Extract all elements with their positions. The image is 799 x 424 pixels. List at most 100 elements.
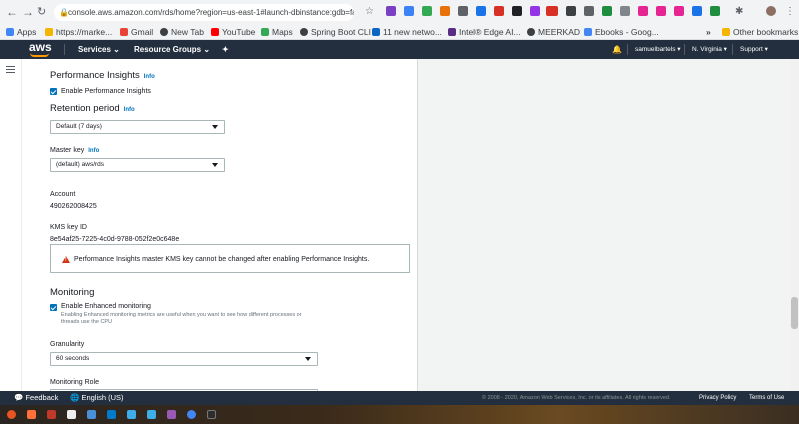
enable-performance-insights-checkbox[interactable] [50, 88, 57, 95]
aws-footer: 💬 Feedback 🌐 English (US) © 2008 - 2020,… [0, 391, 799, 405]
info-link[interactable]: Info [88, 148, 99, 154]
back-icon[interactable]: ← [6, 5, 18, 19]
bookmark-item[interactable]: Ebooks - Goog... [584, 26, 659, 38]
avatar[interactable] [766, 6, 776, 16]
scrollbar[interactable] [790, 59, 799, 391]
extension-new-icon[interactable] [546, 6, 558, 16]
bookmark-item[interactable]: Gmail [120, 26, 153, 38]
bookmark-item[interactable]: Intel® Edge AI... [448, 26, 521, 38]
extension-icon[interactable] [638, 6, 648, 16]
extension-icon[interactable] [602, 6, 612, 16]
scrollbar-thumb[interactable] [791, 297, 798, 329]
app-icon[interactable] [47, 410, 56, 419]
terminal-icon[interactable] [207, 410, 216, 419]
app-icon[interactable] [167, 410, 176, 419]
alert-message: Performance Insights master KMS key cann… [74, 256, 370, 263]
bookmarks-overflow[interactable]: » [706, 26, 711, 38]
caret-down-icon [212, 163, 218, 167]
bookmark-item[interactable]: Spring Boot CLI [300, 26, 371, 38]
launcher-icon[interactable] [7, 410, 16, 419]
forward-icon[interactable]: → [22, 5, 34, 19]
privacy-policy-link[interactable]: Privacy Policy [699, 394, 736, 402]
bookmark-item[interactable]: 11 new netwo... [372, 26, 442, 38]
extension-icon[interactable] [440, 6, 450, 16]
header-divider [732, 44, 733, 55]
resource-groups-menu[interactable]: Resource Groups ⌄ [134, 44, 210, 55]
extension-icon[interactable] [512, 6, 522, 16]
extension-icon[interactable] [710, 6, 720, 16]
kms-key-label: KMS key ID [50, 224, 87, 231]
chrome-icon[interactable] [187, 410, 196, 419]
support-menu[interactable]: Support ▾ [740, 45, 768, 54]
extension-icon[interactable] [386, 6, 396, 16]
address-bar[interactable]: 🔒 console.aws.amazon.com/rds/home?region… [54, 4, 354, 21]
services-menu[interactable]: Services ⌄ [78, 44, 120, 55]
bookmark-apps[interactable]: Apps [6, 26, 36, 38]
bookmark-favicon-icon [45, 28, 53, 36]
info-link[interactable]: Info [144, 74, 155, 80]
maps-icon [261, 28, 269, 36]
aws-logo-smile [30, 53, 49, 57]
granularity-select[interactable]: 60 seconds [50, 352, 318, 366]
side-nav-rail [0, 59, 22, 391]
extension-icon[interactable] [584, 6, 594, 16]
extension-icon[interactable] [674, 6, 684, 16]
globe-icon [160, 28, 168, 36]
bookmark-favicon-icon [448, 28, 456, 36]
lock-icon: 🔒 [59, 8, 69, 17]
bookmark-item[interactable]: YouTube [211, 26, 255, 38]
extension-icon[interactable] [458, 6, 468, 16]
bookmark-item[interactable]: Maps [261, 26, 293, 38]
retention-period-select[interactable]: Default (7 days) [50, 120, 225, 134]
header-divider [684, 44, 685, 55]
kebab-menu-icon[interactable]: ⋮ [785, 5, 795, 19]
globe-icon [300, 28, 308, 36]
extension-icon[interactable] [404, 6, 414, 16]
bookmark-item[interactable]: MEERKAD [527, 26, 580, 38]
bookmark-star-icon[interactable]: ☆ [365, 5, 374, 19]
account-menu[interactable]: samuelbartels ▾ [635, 45, 681, 54]
app-icon[interactable] [87, 410, 96, 419]
account-value: 490262008425 [50, 203, 97, 210]
firefox-icon[interactable] [27, 410, 36, 419]
caret-down-icon [212, 125, 218, 129]
enable-enhanced-monitoring-checkbox[interactable] [50, 304, 57, 311]
app-icon[interactable] [127, 410, 136, 419]
hamburger-menu-icon[interactable] [6, 66, 15, 75]
extension-icon[interactable] [494, 6, 504, 16]
language-selector[interactable]: 🌐 English (US) [70, 393, 124, 403]
extension-icon[interactable] [566, 6, 576, 16]
extension-icon[interactable] [422, 6, 432, 16]
os-taskbar [0, 405, 799, 424]
chevron-down-icon: ⌄ [203, 45, 211, 54]
bookmark-item[interactable]: New Tab [160, 26, 204, 38]
kms-warning-alert: Performance Insights master KMS key cann… [50, 244, 410, 273]
aws-logo[interactable]: aws [29, 41, 52, 53]
terms-of-use-link[interactable]: Terms of Use [749, 394, 784, 402]
reload-icon[interactable]: ↻ [37, 5, 46, 19]
pin-icon[interactable]: ✦ [222, 44, 229, 55]
info-link[interactable]: Info [124, 107, 135, 113]
youtube-icon [211, 28, 219, 36]
vscode-icon[interactable] [107, 410, 116, 419]
extension-icon[interactable] [530, 6, 540, 16]
app-icon[interactable] [67, 410, 76, 419]
extension-icon[interactable] [692, 6, 702, 16]
bell-icon[interactable]: 🔔 [612, 44, 622, 55]
bookmark-item[interactable]: https://marke... [45, 26, 112, 38]
account-label: Account [50, 191, 76, 198]
extension-icon[interactable] [656, 6, 666, 16]
gmail-icon [120, 28, 128, 36]
aws-header: aws Services ⌄ Resource Groups ⌄ ✦ 🔔 sam… [0, 40, 799, 59]
master-key-select[interactable]: (default) aws/rds [50, 158, 225, 172]
feedback-link[interactable]: 💬 Feedback [14, 393, 58, 403]
extension-icon[interactable] [620, 6, 630, 16]
bookmark-other[interactable]: Other bookmarks [722, 26, 798, 38]
region-menu[interactable]: N. Virginia ▾ [692, 45, 727, 54]
extension-icon[interactable] [476, 6, 486, 16]
app-icon[interactable] [147, 410, 156, 419]
google-books-icon [584, 28, 592, 36]
puzzle-icon[interactable]: ✱ [735, 5, 743, 19]
granularity-label: Granularity [50, 341, 85, 348]
globe-icon: 🌐 [70, 393, 80, 402]
